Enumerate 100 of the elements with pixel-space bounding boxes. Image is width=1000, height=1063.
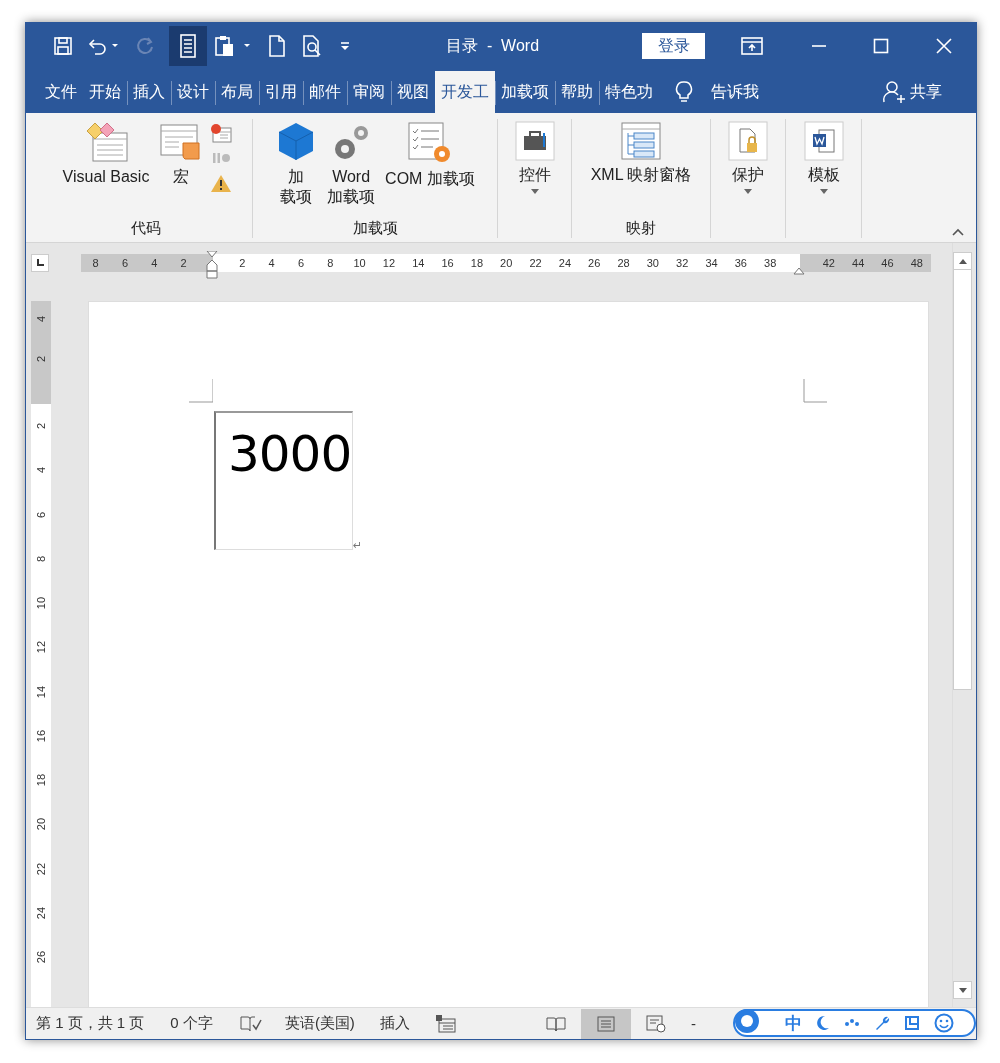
word-addins-button[interactable]: Word 加载项: [324, 121, 379, 207]
controls-button[interactable]: 控件: [511, 121, 558, 194]
ribbon-tab[interactable]: 设计: [171, 71, 215, 113]
text-box[interactable]: 3000: [214, 411, 353, 550]
word-count[interactable]: 0 个字: [170, 1014, 213, 1033]
ribbon-tab[interactable]: 文件: [39, 71, 83, 113]
indent-marker-icon[interactable]: [206, 251, 218, 279]
wrench-icon[interactable]: [874, 1015, 890, 1031]
ruler-number: 30: [646, 257, 659, 269]
protect-button[interactable]: 保护: [725, 121, 771, 194]
scrollbar-thumb[interactable]: [953, 270, 972, 690]
ruler-number: 4: [35, 315, 47, 322]
ruler-number: 44: [852, 257, 865, 269]
new-document-icon[interactable]: [267, 34, 287, 58]
ruler-number: 4: [35, 467, 47, 474]
ruler-number: 36: [734, 257, 747, 269]
ribbon-display-icon[interactable]: [741, 37, 763, 55]
scroll-down-button[interactable]: [953, 981, 972, 999]
input-method-logo-icon[interactable]: [733, 1008, 761, 1036]
ruler-number: 20: [500, 257, 513, 269]
group-label: 代码: [130, 218, 162, 238]
macro-record-icon[interactable]: [435, 1014, 456, 1033]
ribbon-tab[interactable]: 审阅: [347, 71, 391, 113]
ruler-number: 16: [441, 257, 454, 269]
xml-mapping-button[interactable]: XML 映射窗格: [587, 121, 695, 185]
ruler-number: 34: [705, 257, 718, 269]
ruler-number: 6: [35, 511, 47, 518]
ruler-number: 12: [35, 641, 47, 654]
book-icon: [545, 1015, 566, 1032]
ruler-number: 24: [35, 906, 47, 919]
skin-icon[interactable]: [904, 1015, 920, 1031]
ribbon-tab[interactable]: 帮助: [555, 71, 599, 113]
lightbulb-icon[interactable]: [675, 80, 693, 104]
web-layout-icon: [645, 1014, 666, 1033]
pause-icon: [210, 151, 233, 165]
addins-button[interactable]: 加载项: [272, 121, 321, 207]
smiley-icon[interactable]: [934, 1013, 954, 1033]
ribbon-tab[interactable]: 加载项: [495, 71, 555, 113]
proofing-book-icon[interactable]: [239, 1014, 262, 1033]
macros-button[interactable]: 宏: [156, 121, 207, 187]
language-indicator[interactable]: 英语(美国): [284, 1014, 355, 1033]
ribbon-tab[interactable]: 邮件: [303, 71, 347, 113]
ribbon-tab[interactable]: 特色功: [599, 71, 659, 113]
ribbon-tab[interactable]: 引用: [259, 71, 303, 113]
print-view-button[interactable]: [580, 1008, 631, 1039]
ruler-number: 8: [92, 257, 99, 269]
share-button[interactable]: 共享: [910, 81, 942, 103]
ruler-number: 10: [353, 257, 366, 269]
right-indent-marker-icon[interactable]: [793, 267, 805, 275]
tell-me-search[interactable]: 告诉我: [711, 81, 759, 103]
visual-basic-button[interactable]: Visual Basic: [59, 121, 153, 187]
crop-mark: [189, 379, 213, 403]
ribbon-tab[interactable]: 开发工: [435, 71, 495, 113]
zoom-out-button[interactable]: -: [690, 1015, 696, 1032]
word-document-icon: [803, 121, 844, 161]
ribbon-tab[interactable]: 开始: [83, 71, 127, 113]
collapse-ribbon-icon[interactable]: [952, 228, 964, 236]
ruler-number: 2: [35, 355, 47, 362]
ruler-number: 48: [910, 257, 923, 269]
warning-icon[interactable]: [210, 173, 233, 193]
ruler-number: 18: [35, 774, 47, 787]
input-mode-button[interactable]: 中: [785, 1011, 802, 1035]
save-icon[interactable]: [53, 36, 73, 56]
ruler-number: 4: [151, 257, 158, 269]
dots-icon[interactable]: [844, 1018, 860, 1028]
person-add-icon: [882, 80, 906, 104]
page-lines-icon: [179, 34, 197, 58]
ribbon-tab[interactable]: 视图: [391, 71, 435, 113]
document-lock-icon: [728, 121, 768, 161]
tab-stop-icon[interactable]: [36, 259, 44, 267]
document-view-button[interactable]: [169, 26, 207, 66]
moon-icon[interactable]: [816, 1015, 830, 1031]
up-arrow-icon: [958, 258, 967, 264]
paste-icon[interactable]: [213, 34, 253, 58]
paragraph-mark: ↵: [353, 539, 363, 552]
ruler-number: 38: [764, 257, 777, 269]
maximize-icon[interactable]: [873, 38, 889, 54]
page-count[interactable]: 第 1 页，共 1 页: [36, 1014, 145, 1033]
ruler-number: 42: [822, 257, 835, 269]
scroll-up-button[interactable]: [953, 252, 972, 270]
com-addins-button[interactable]: COM 加载项: [382, 121, 478, 189]
customize-caret-icon[interactable]: [339, 40, 351, 52]
sign-in-button[interactable]: 登录: [642, 33, 705, 59]
record-macro-icon[interactable]: [210, 123, 233, 143]
ruler-number: 2: [35, 423, 47, 430]
close-icon[interactable]: [936, 38, 952, 54]
ribbon-tab[interactable]: 插入: [127, 71, 171, 113]
ruler-number: 12: [382, 257, 396, 269]
template-button[interactable]: 模板: [800, 121, 847, 194]
ruler-number: 2: [239, 257, 246, 269]
undo-icon[interactable]: [87, 36, 121, 56]
ruler-number: 18: [470, 257, 484, 269]
ruler-number: 14: [412, 257, 425, 269]
ruler-number: 22: [529, 257, 542, 269]
ruler-number: 6: [121, 257, 129, 269]
insert-mode-indicator[interactable]: 插入: [379, 1014, 410, 1033]
redo-icon: [135, 36, 155, 56]
group-label: 映射: [625, 218, 657, 238]
ribbon-tab[interactable]: 布局: [215, 71, 259, 113]
ruler-number: 26: [588, 257, 601, 269]
